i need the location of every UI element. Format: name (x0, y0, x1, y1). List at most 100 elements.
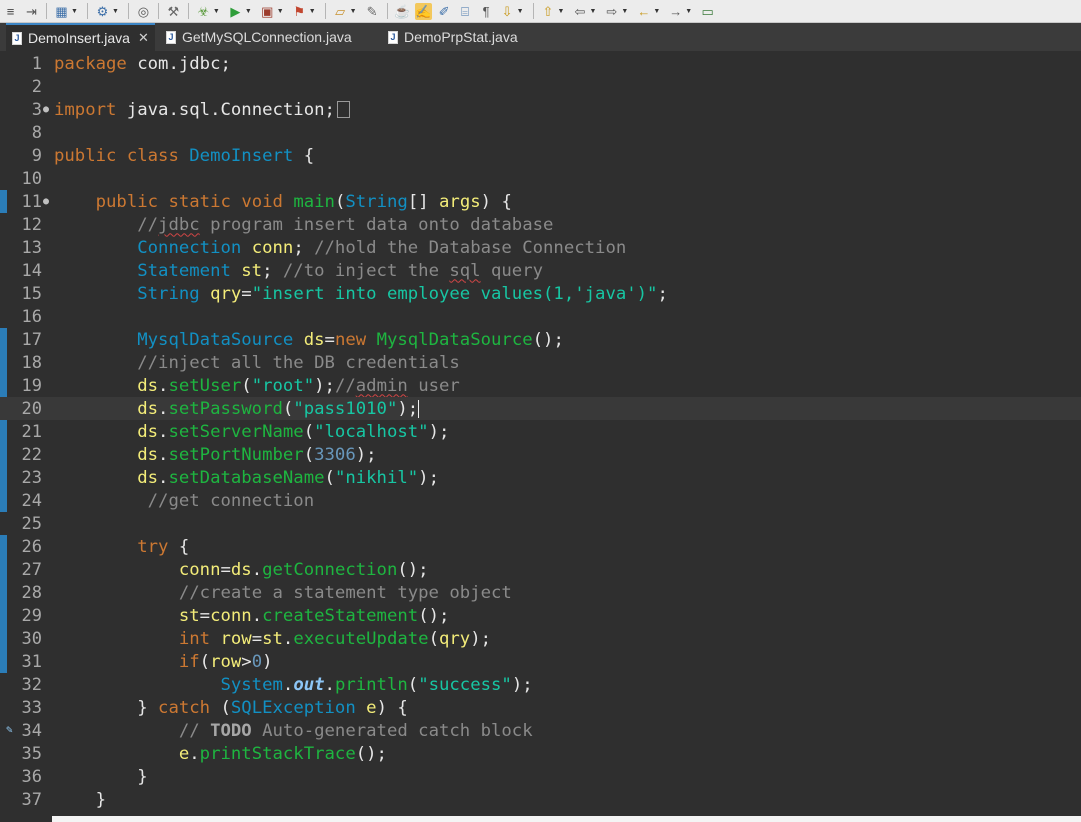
line-number: 13 (21, 237, 42, 258)
code-token: out (293, 674, 325, 695)
code-token: //create a statement type object (178, 582, 512, 603)
java-button[interactable]: ☕ (392, 0, 413, 22)
code-token: "nikhil" (334, 467, 419, 488)
code-editor[interactable]: 1 package com.jdbc; 2 3 ● import java.sql.Con… (0, 51, 1081, 822)
java-icon: ☕ (393, 3, 411, 19)
code-line: ✎ 34 // TODO Auto-generated catch block (0, 719, 1081, 742)
globe-button[interactable]: ⚙ ▼ (92, 0, 124, 22)
dropdown-arrow-icon[interactable]: ▼ (112, 8, 119, 15)
note-button[interactable]: ✐ (434, 0, 455, 22)
code-text: //create a statement type object (54, 583, 512, 603)
code-text: Statement st; //to inject the sql query (54, 261, 543, 281)
run-config-button[interactable]: ▣ ▼ (257, 0, 289, 22)
code-token: ; (657, 283, 668, 304)
dropdown-arrow-icon[interactable]: ▼ (621, 8, 628, 15)
dropdown-arrow-icon[interactable]: ▼ (309, 8, 316, 15)
dropdown-arrow-icon[interactable]: ▼ (245, 8, 252, 15)
dropdown-arrow-icon[interactable]: ▼ (685, 8, 692, 15)
code-token: ( (303, 444, 315, 465)
arrow-left-button[interactable]: ← ▼ (633, 0, 665, 22)
settings-button[interactable]: ⚒ (163, 0, 184, 22)
code-token: ) { (480, 191, 512, 212)
code-token: program insert data onto database (199, 214, 554, 235)
window-button[interactable]: ▭ (697, 0, 718, 22)
close-icon[interactable]: ✕ (138, 30, 149, 46)
code-token: user (407, 375, 460, 396)
dropdown-arrow-icon[interactable]: ▼ (589, 8, 596, 15)
code-text: public static void main(String[] args) { (54, 192, 512, 212)
debug-button[interactable]: ☣ ▼ (193, 0, 225, 22)
code-token: . (158, 375, 169, 396)
tab-demoinsert[interactable]: J DemoInsert.java ✕ (6, 23, 155, 51)
collapsed-imports-box[interactable] (336, 101, 350, 118)
page-button[interactable]: ⌸ (455, 0, 476, 22)
code-token: ); (428, 421, 450, 442)
code-token: ); (397, 398, 419, 419)
line-number: 1 (31, 53, 42, 74)
code-token: TODO (210, 720, 252, 741)
code-line: 9 public class DemoInsert { (0, 144, 1081, 167)
code-token: ds (137, 467, 159, 488)
collapse-fold-icon[interactable]: ● (43, 196, 49, 207)
nav-up-button[interactable]: ⇧ ▼ (538, 0, 570, 22)
nav-down-button[interactable]: ⇩ ▼ (497, 0, 529, 22)
run-button[interactable]: ▶ ▼ (225, 0, 257, 22)
dropdown-arrow-icon[interactable]: ▼ (350, 8, 357, 15)
pen-button[interactable]: ✎ (362, 0, 383, 22)
code-token: > (241, 651, 252, 672)
open-type-button[interactable]: ⇥ (21, 0, 42, 22)
dropdown-arrow-icon[interactable]: ▼ (653, 8, 660, 15)
code-token: MysqlDataSource (376, 329, 533, 350)
line-number: 31 (21, 651, 42, 672)
horizontal-scrollbar[interactable] (52, 816, 1081, 822)
tab-demoprpstat[interactable]: J DemoPrpStat.java (388, 23, 518, 51)
code-line: 11 ● public static void main(String[] arg… (0, 190, 1081, 213)
external-tools-button[interactable]: ⚑ ▼ (289, 0, 321, 22)
code-line: 19 ds.setUser("root");//admin user (0, 374, 1081, 397)
open-folder-icon: ▱ (335, 3, 346, 19)
forward-button[interactable]: ⇨ ▼ (601, 0, 633, 22)
web-icon: ◎ (137, 3, 150, 19)
arrow-right-button[interactable]: → ▼ (665, 0, 697, 22)
code-token: if (178, 651, 200, 672)
toolbar-separator (157, 3, 159, 19)
tab-getmysqlconnection[interactable]: J GetMySQLConnection.java (166, 23, 352, 51)
pilcrow-button[interactable]: ¶ (476, 0, 497, 22)
line-number: 17 (21, 329, 42, 350)
code-line: 2 (0, 75, 1081, 98)
dropdown-arrow-icon[interactable]: ▼ (558, 8, 565, 15)
pilcrow-icon: ¶ (482, 3, 490, 19)
code-text: package com.jdbc; (54, 54, 231, 74)
code-token: } (54, 766, 148, 787)
code-line: 30 int row=st.executeUpdate(qry); (0, 627, 1081, 650)
code-token: ( (324, 467, 335, 488)
code-token: // (137, 214, 159, 235)
back-button[interactable]: ⇦ ▼ (569, 0, 601, 22)
code-text: ds.setPassword("pass1010"); (54, 398, 420, 419)
new-button[interactable]: ▦ ▼ (51, 0, 83, 22)
dropdown-arrow-icon[interactable]: ▼ (517, 8, 524, 15)
dropdown-arrow-icon[interactable]: ▼ (71, 8, 78, 15)
code-token: (); (355, 743, 387, 764)
list-button[interactable]: ≡ (0, 0, 21, 22)
code-token: sql (449, 260, 481, 281)
dropdown-arrow-icon[interactable]: ▼ (213, 8, 220, 15)
code-line: 16 (0, 305, 1081, 328)
web-button[interactable]: ◎ (133, 0, 154, 22)
code-token: //to inject the (282, 260, 450, 281)
code-token: getConnection (262, 559, 398, 580)
toolbar-separator (86, 3, 88, 19)
code-token: = (220, 559, 231, 580)
code-token: MysqlDataSource (137, 329, 294, 350)
code-text: } (54, 790, 106, 810)
dropdown-arrow-icon[interactable]: ▼ (277, 8, 284, 15)
java-file-icon: J (166, 30, 176, 44)
open-folder-button[interactable]: ▱ ▼ (330, 0, 362, 22)
highlight-button[interactable]: ✍ (413, 0, 434, 22)
expand-fold-icon[interactable]: ● (43, 104, 49, 115)
